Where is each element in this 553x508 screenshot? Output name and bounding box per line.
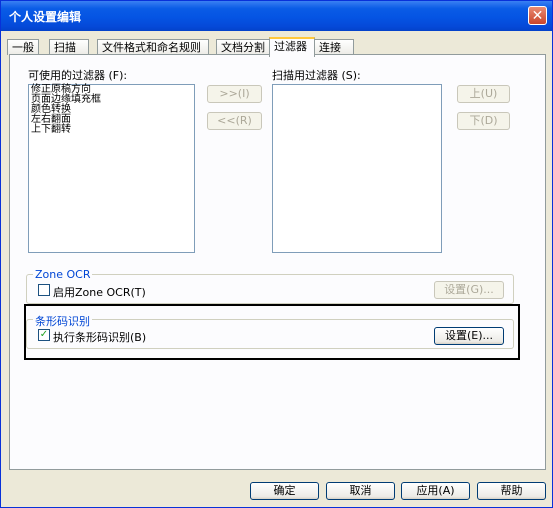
tab-scan[interactable]: 扫描 — [49, 39, 89, 55]
add-filter-button[interactable]: >>(I) — [207, 85, 262, 103]
tab-connect[interactable]: 连接 — [314, 39, 354, 55]
zone-ocr-group: Zone OCR 启用Zone OCR(T) 设置(G)... — [26, 268, 514, 304]
available-filters-list[interactable]: 修正原稿方向 页面边缘填充框 颜色转换 左右翻面 上下翻转 — [28, 84, 195, 253]
dialog-footer: 确定 取消 应用(A) 帮助 — [1, 473, 552, 507]
scan-filters-label: 扫描用过滤器 (S): — [272, 69, 361, 82]
move-up-button[interactable]: 上(U) — [457, 85, 510, 103]
tab-filters[interactable]: 过滤器 — [269, 37, 315, 57]
zone-ocr-settings-button[interactable]: 设置(G)... — [434, 281, 504, 299]
move-down-button[interactable]: 下(D) — [457, 112, 510, 130]
ok-button[interactable]: 确定 — [250, 482, 319, 500]
tab-general[interactable]: 一般 — [7, 39, 39, 55]
cancel-button[interactable]: 取消 — [326, 482, 395, 500]
zone-ocr-title: Zone OCR — [33, 268, 93, 281]
zone-ocr-enable-label[interactable]: 启用Zone OCR(T) — [53, 284, 146, 300]
zone-ocr-checkbox[interactable] — [38, 284, 50, 296]
filters-panel: 可使用的过滤器 (F): 修正原稿方向 页面边缘填充框 颜色转换 左右翻面 上下… — [9, 54, 546, 470]
list-item[interactable]: 上下翻转 — [29, 125, 194, 135]
settings-dialog: 个人设置编辑 ✕ 一般 扫描 文件格式和命名规则 文档分割 过滤器 连接 可使用… — [0, 0, 553, 508]
scan-filters-list[interactable] — [272, 84, 442, 253]
remove-filter-button[interactable]: <<(R) — [207, 112, 262, 130]
apply-button[interactable]: 应用(A) — [401, 482, 470, 500]
close-button[interactable]: ✕ — [528, 6, 547, 25]
tab-doc-split[interactable]: 文档分割 — [216, 39, 271, 55]
help-button[interactable]: 帮助 — [477, 482, 546, 500]
window-title: 个人设置编辑 — [9, 10, 82, 24]
title-bar[interactable]: 个人设置编辑 ✕ — [1, 1, 552, 31]
tab-file-format[interactable]: 文件格式和命名规则 — [97, 39, 209, 55]
highlight-box — [24, 304, 520, 360]
available-filters-label: 可使用的过滤器 (F): — [28, 69, 128, 82]
